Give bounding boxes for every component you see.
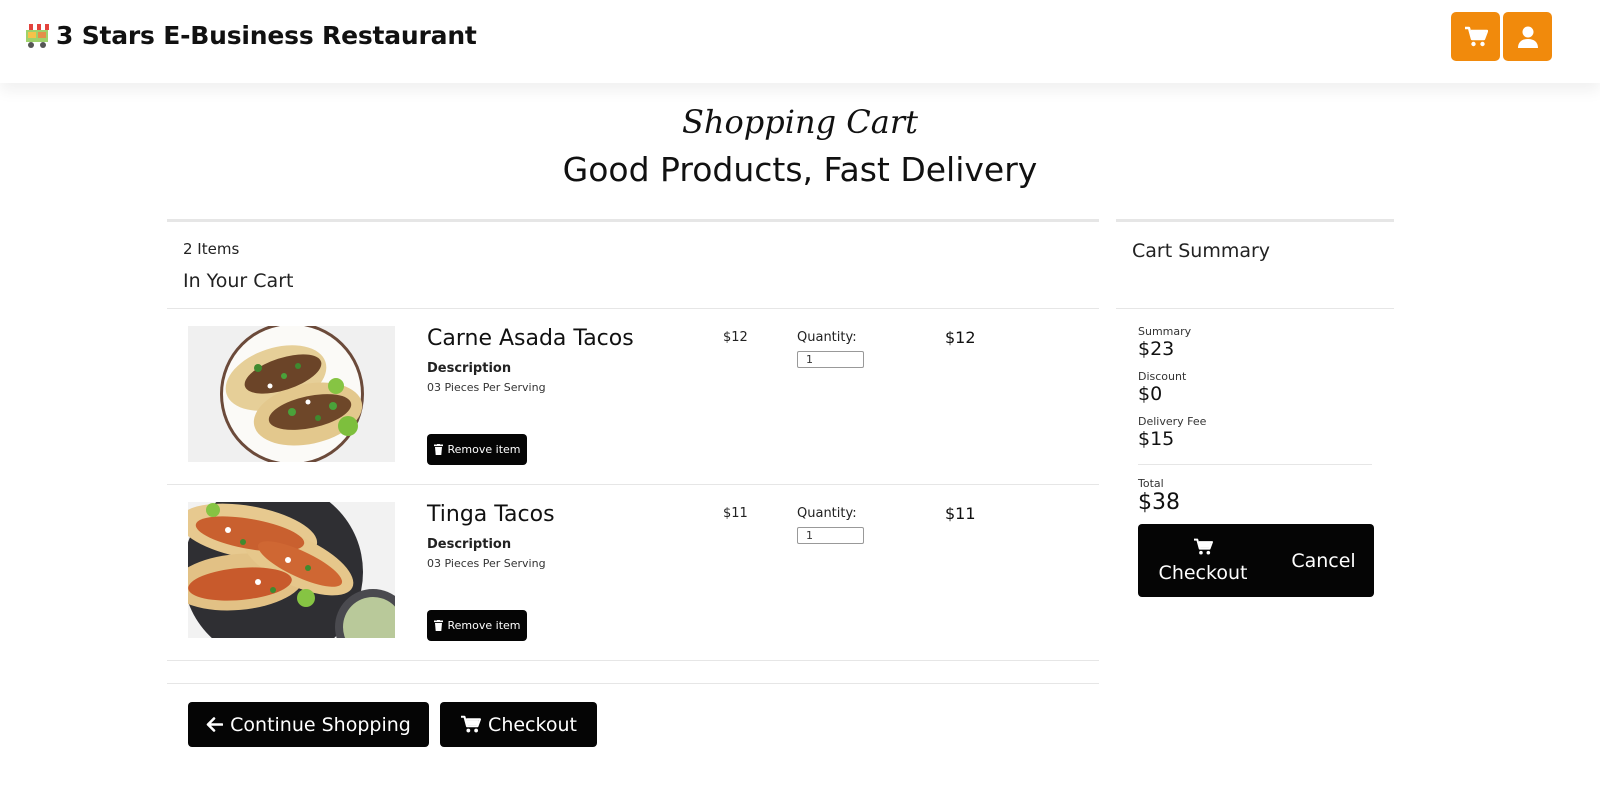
cancel-button[interactable]: Cancel xyxy=(1273,524,1374,597)
remove-item-label: Remove item xyxy=(447,443,521,456)
cart-item: Carne Asada Tacos Description 03 Pieces … xyxy=(167,309,1099,485)
unit-price: $12 xyxy=(723,330,748,345)
trash-icon xyxy=(433,444,443,455)
trash-icon xyxy=(433,620,443,631)
summary-header: Cart Summary xyxy=(1116,222,1394,309)
continue-shopping-label: Continue Shopping xyxy=(230,713,411,736)
carne-asada-tacos-image xyxy=(188,326,395,462)
summary-title: Cart Summary xyxy=(1132,240,1271,262)
top-navbar: 3 Stars E-Business Restaurant xyxy=(0,0,1600,83)
cart-item: Tinga Tacos Description 03 Pieces Per Se… xyxy=(167,485,1099,661)
line-total: $12 xyxy=(945,328,976,347)
unit-price: $11 xyxy=(723,506,748,521)
summary-actions: Checkout Cancel xyxy=(1138,524,1374,597)
quantity-label: Quantity: xyxy=(797,506,857,521)
user-icon xyxy=(1517,26,1538,48)
checkout-button[interactable]: Checkout xyxy=(440,702,597,747)
tinga-tacos-image xyxy=(188,502,395,638)
food-cart-icon xyxy=(25,24,49,48)
cart-subtitle: In Your Cart xyxy=(183,270,294,292)
cart-footer: Continue Shopping Checkout xyxy=(167,683,1099,747)
arrow-left-icon xyxy=(206,717,224,732)
brand-name: 3 Stars E-Business Restaurant xyxy=(56,20,477,50)
script-title: Shopping Cart xyxy=(682,103,918,141)
items-count: 2 Items xyxy=(183,240,240,258)
description-label: Description xyxy=(427,361,512,376)
discount-value: $0 xyxy=(1138,383,1163,405)
cart-icon xyxy=(1194,538,1213,555)
discount-label: Discount xyxy=(1138,370,1187,383)
summary-divider xyxy=(1138,464,1372,465)
product-image xyxy=(188,326,395,462)
summary-value: $23 xyxy=(1138,338,1175,360)
delivery-fee-label: Delivery Fee xyxy=(1138,415,1207,428)
cart-header: 2 Items In Your Cart xyxy=(167,222,1099,309)
description-text: 03 Pieces Per Serving xyxy=(427,557,546,570)
product-name: Tinga Tacos xyxy=(427,502,555,527)
line-total: $11 xyxy=(945,504,976,523)
cart-icon xyxy=(1464,26,1488,46)
description-label: Description xyxy=(427,537,512,552)
page-title: Good Products, Fast Delivery xyxy=(562,150,1038,189)
product-name: Carne Asada Tacos xyxy=(427,326,634,351)
total-value: $38 xyxy=(1138,490,1180,515)
summary-label: Summary xyxy=(1138,325,1192,338)
nav-user-button[interactable] xyxy=(1503,12,1552,61)
total-label: Total xyxy=(1138,477,1164,490)
cancel-label: Cancel xyxy=(1291,549,1356,572)
checkout-label: Checkout xyxy=(488,713,577,736)
summary-checkout-label: Checkout xyxy=(1158,561,1248,584)
quantity-input[interactable] xyxy=(797,527,864,544)
remove-item-button[interactable]: Remove item xyxy=(427,610,527,641)
delivery-fee-value: $15 xyxy=(1138,428,1175,450)
description-text: 03 Pieces Per Serving xyxy=(427,381,546,394)
quantity-input[interactable] xyxy=(797,351,864,368)
continue-shopping-button[interactable]: Continue Shopping xyxy=(188,702,429,747)
product-image xyxy=(188,502,395,638)
cart-summary-panel: Cart Summary Summary $23 Discount $0 Del… xyxy=(1116,219,1394,599)
brand[interactable]: 3 Stars E-Business Restaurant xyxy=(22,20,477,50)
summary-checkout-button[interactable]: Checkout xyxy=(1138,524,1268,597)
cart-panel: 2 Items In Your Cart Carne Asada Tacos D… xyxy=(167,219,1099,747)
remove-item-label: Remove item xyxy=(447,619,521,632)
nav-cart-button[interactable] xyxy=(1451,12,1500,61)
quantity-label: Quantity: xyxy=(797,330,857,345)
remove-item-button[interactable]: Remove item xyxy=(427,434,527,465)
cart-icon xyxy=(461,715,482,733)
